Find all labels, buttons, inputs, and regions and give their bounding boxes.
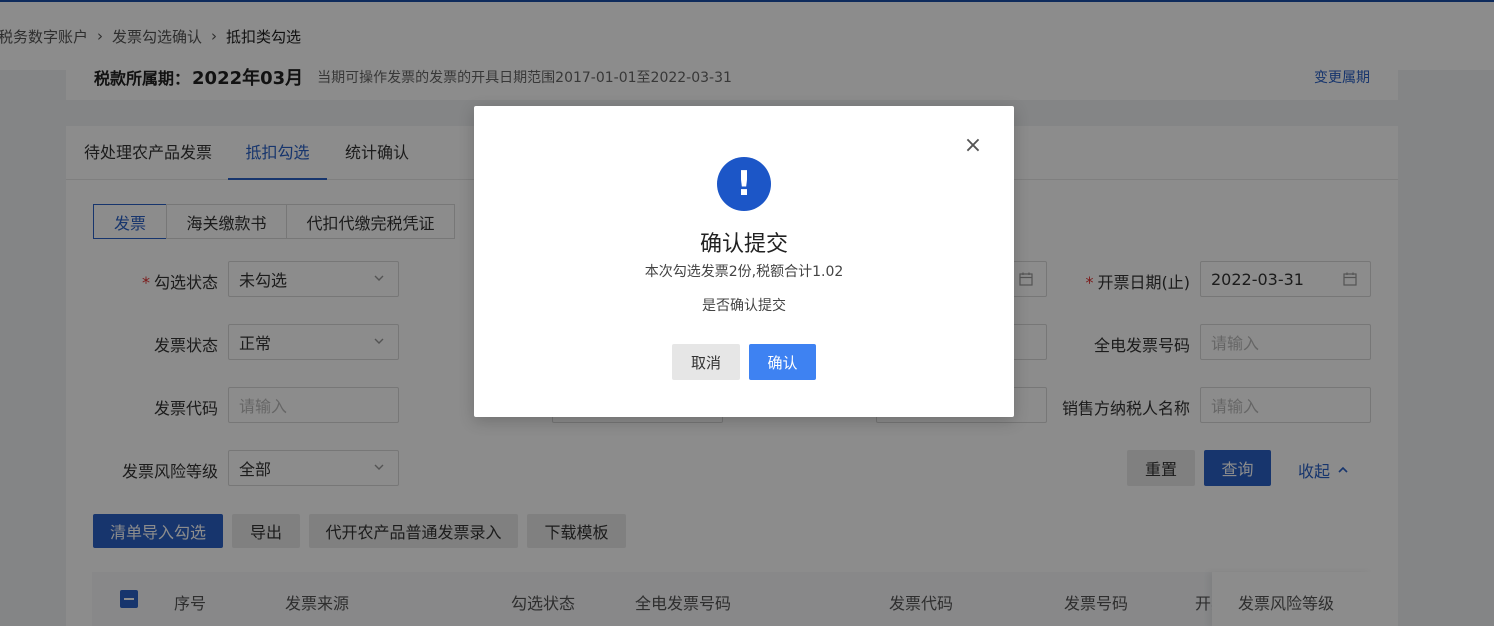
exclamation-icon: !: [717, 157, 771, 211]
confirm-button[interactable]: 确认: [749, 344, 816, 380]
close-icon[interactable]: ×: [962, 133, 984, 158]
confirm-dialog: × ! 确认提交 本次勾选发票2份,税额合计1.02 是否确认提交 取消 确认: [474, 106, 1014, 417]
cancel-button[interactable]: 取消: [672, 344, 740, 380]
dialog-question: 是否确认提交: [702, 298, 786, 314]
dialog-title: 确认提交: [699, 232, 788, 257]
dialog-description: 本次勾选发票2份,税额合计1.02: [644, 264, 844, 280]
